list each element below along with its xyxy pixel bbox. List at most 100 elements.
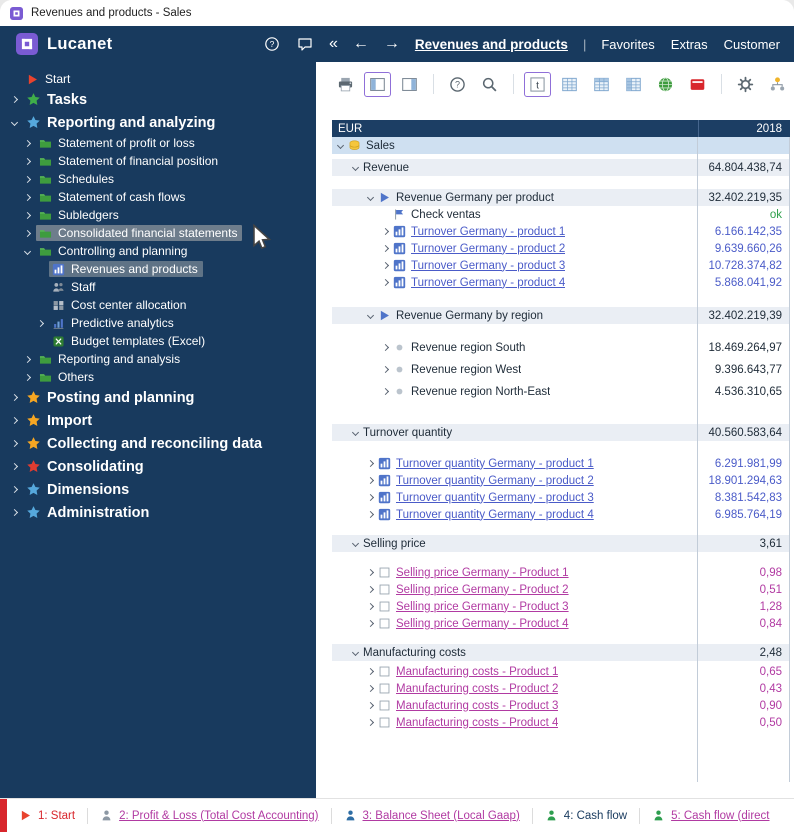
sidebar-item[interactable]: Collecting and reconciling data xyxy=(0,432,316,455)
grid-row-label[interactable]: Turnover quantity Germany - product 2 xyxy=(396,475,594,487)
sidebar-item[interactable]: Tasks xyxy=(0,88,316,111)
row-chevron-right-icon[interactable] xyxy=(367,460,374,467)
grid-row-label[interactable]: Manufacturing costs - Product 3 xyxy=(396,700,558,712)
grid-row-label[interactable]: Manufacturing costs - Product 1 xyxy=(396,666,558,678)
grid-value-cell[interactable]: 0,43 xyxy=(698,680,790,697)
row-chevron-down-icon[interactable] xyxy=(337,142,344,149)
chevron-right-icon[interactable] xyxy=(11,417,18,424)
row-chevron-right-icon[interactable] xyxy=(367,702,374,709)
sidebar-item[interactable]: Dimensions xyxy=(0,478,316,501)
sidebar-item[interactable]: Import xyxy=(0,409,316,432)
grid-value-cell[interactable]: 0,50 xyxy=(698,714,790,731)
grid-value-cell[interactable]: 0,51 xyxy=(698,581,790,598)
tree-node[interactable]: Collecting and reconciling data xyxy=(23,435,267,453)
report-view-button[interactable] xyxy=(684,72,711,97)
grid-value-cell[interactable]: 6.985.764,19 xyxy=(698,506,790,523)
tree-node[interactable]: Administration xyxy=(23,504,154,522)
grid-value-cell[interactable]: 0,65 xyxy=(698,663,790,680)
sidebar-item[interactable]: Predictive analytics xyxy=(0,314,316,332)
grid-row-label[interactable]: Turnover Germany - product 1 xyxy=(411,226,565,238)
grid-row-label[interactable]: Turnover quantity xyxy=(363,427,452,439)
grid-row-label[interactable]: Revenue region South xyxy=(411,342,525,354)
grid-value-cell[interactable]: 10.728.374,82 xyxy=(698,257,790,274)
sidebar-item[interactable]: Others xyxy=(0,368,316,386)
grid-header-currency[interactable]: EUR xyxy=(332,120,698,137)
table-view-button[interactable] xyxy=(556,72,583,97)
sidebar-item[interactable]: Consolidated financial statements xyxy=(0,224,316,242)
row-chevron-right-icon[interactable] xyxy=(382,344,389,351)
chevron-right-icon[interactable] xyxy=(24,373,31,380)
structure-button[interactable] xyxy=(764,72,791,97)
tree-node[interactable]: Revenues and products xyxy=(49,261,203,277)
sidebar-item[interactable]: Statement of financial position xyxy=(0,152,316,170)
grid-row-label[interactable]: Manufacturing costs - Product 4 xyxy=(396,717,558,729)
chevron-down-icon[interactable] xyxy=(24,247,31,254)
tree-node[interactable]: Consolidating xyxy=(23,458,149,476)
chevron-right-icon[interactable] xyxy=(11,394,18,401)
grid-value-cell[interactable]: 5.868.041,92 xyxy=(698,274,790,291)
grid-row-label[interactable]: Selling price xyxy=(363,538,426,550)
row-chevron-right-icon[interactable] xyxy=(367,668,374,675)
table-header-view-button[interactable] xyxy=(588,72,615,97)
chevron-right-icon[interactable] xyxy=(11,96,18,103)
grid-row-label[interactable]: Revenue xyxy=(363,162,409,174)
forward-icon[interactable]: → xyxy=(384,36,400,52)
row-chevron-right-icon[interactable] xyxy=(367,719,374,726)
row-chevron-down-icon[interactable] xyxy=(352,164,359,171)
grid-row-label[interactable]: Turnover quantity Germany - product 1 xyxy=(396,458,594,470)
row-chevron-right-icon[interactable] xyxy=(367,685,374,692)
tree-node[interactable]: Reporting and analyzing xyxy=(23,114,220,132)
grid-row-label[interactable]: Sales xyxy=(366,140,395,152)
web-view-button[interactable] xyxy=(652,72,679,97)
report-tab[interactable]: 2: Profit & Loss (Total Cost Accounting) xyxy=(88,799,330,832)
tree-node[interactable]: Start xyxy=(23,71,75,87)
chevron-right-icon[interactable] xyxy=(24,211,31,218)
row-chevron-right-icon[interactable] xyxy=(382,388,389,395)
report-tab[interactable]: 1: Start xyxy=(7,799,87,832)
sidebar-item[interactable]: Reporting and analysis xyxy=(0,350,316,368)
report-tab[interactable]: 4: Cash flow xyxy=(533,799,639,832)
grid-row-label[interactable]: Turnover quantity Germany - product 3 xyxy=(396,492,594,504)
row-chevron-right-icon[interactable] xyxy=(367,569,374,576)
tree-node[interactable]: Reporting and analysis xyxy=(36,351,185,367)
row-chevron-down-icon[interactable] xyxy=(352,649,359,656)
settings-button[interactable] xyxy=(732,72,759,97)
table-column-view-button[interactable] xyxy=(620,72,647,97)
report-tab[interactable]: 5: Cash flow (direct xyxy=(640,799,781,832)
text-view-button[interactable]: t xyxy=(524,72,551,97)
sidebar-item[interactable]: Staff xyxy=(0,278,316,296)
grid-row-label[interactable]: Revenue Germany by region xyxy=(396,310,543,322)
chevron-right-icon[interactable] xyxy=(11,440,18,447)
layout-left-button[interactable] xyxy=(364,72,391,97)
grid-row-label[interactable]: Selling price Germany - Product 4 xyxy=(396,618,569,630)
sidebar-item[interactable]: Schedules xyxy=(0,170,316,188)
back-icon[interactable]: ← xyxy=(353,36,369,52)
tree-node[interactable]: Cost center allocation xyxy=(49,297,191,313)
chevron-right-icon[interactable] xyxy=(37,319,44,326)
grid-value-cell[interactable]: 0,84 xyxy=(698,615,790,632)
sidebar-item[interactable]: Subledgers xyxy=(0,206,316,224)
grid-value-cell[interactable]: 9.639.660,26 xyxy=(698,240,790,257)
sidebar-item[interactable]: Start xyxy=(0,70,316,88)
row-chevron-right-icon[interactable] xyxy=(367,603,374,610)
grid-row-label[interactable]: Turnover Germany - product 2 xyxy=(411,243,565,255)
row-chevron-right-icon[interactable] xyxy=(382,279,389,286)
grid-value-cell[interactable]: 18.901.294,63 xyxy=(698,472,790,489)
sidebar-item[interactable]: Reporting and analyzing xyxy=(0,111,316,134)
feedback-bubble-icon[interactable] xyxy=(296,35,314,53)
menu-item[interactable]: Favorites xyxy=(601,37,654,52)
chevron-down-icon[interactable] xyxy=(11,119,18,126)
report-tab[interactable]: 3: Balance Sheet (Local Gaap) xyxy=(332,799,532,832)
tree-node[interactable]: Budget templates (Excel) xyxy=(49,333,210,349)
row-chevron-right-icon[interactable] xyxy=(367,511,374,518)
tree-node[interactable]: Schedules xyxy=(36,171,119,187)
chevron-right-icon[interactable] xyxy=(11,486,18,493)
tree-node[interactable]: Statement of profit or loss xyxy=(36,135,200,151)
sidebar-item[interactable]: Controlling and planning xyxy=(0,242,316,260)
tree-node[interactable]: Statement of cash flows xyxy=(36,189,190,205)
row-chevron-down-icon[interactable] xyxy=(352,540,359,547)
grid-row-label[interactable]: Turnover Germany - product 4 xyxy=(411,277,565,289)
row-chevron-down-icon[interactable] xyxy=(352,429,359,436)
search-button[interactable] xyxy=(476,72,503,97)
grid-row-label[interactable]: Check ventas xyxy=(411,209,481,221)
